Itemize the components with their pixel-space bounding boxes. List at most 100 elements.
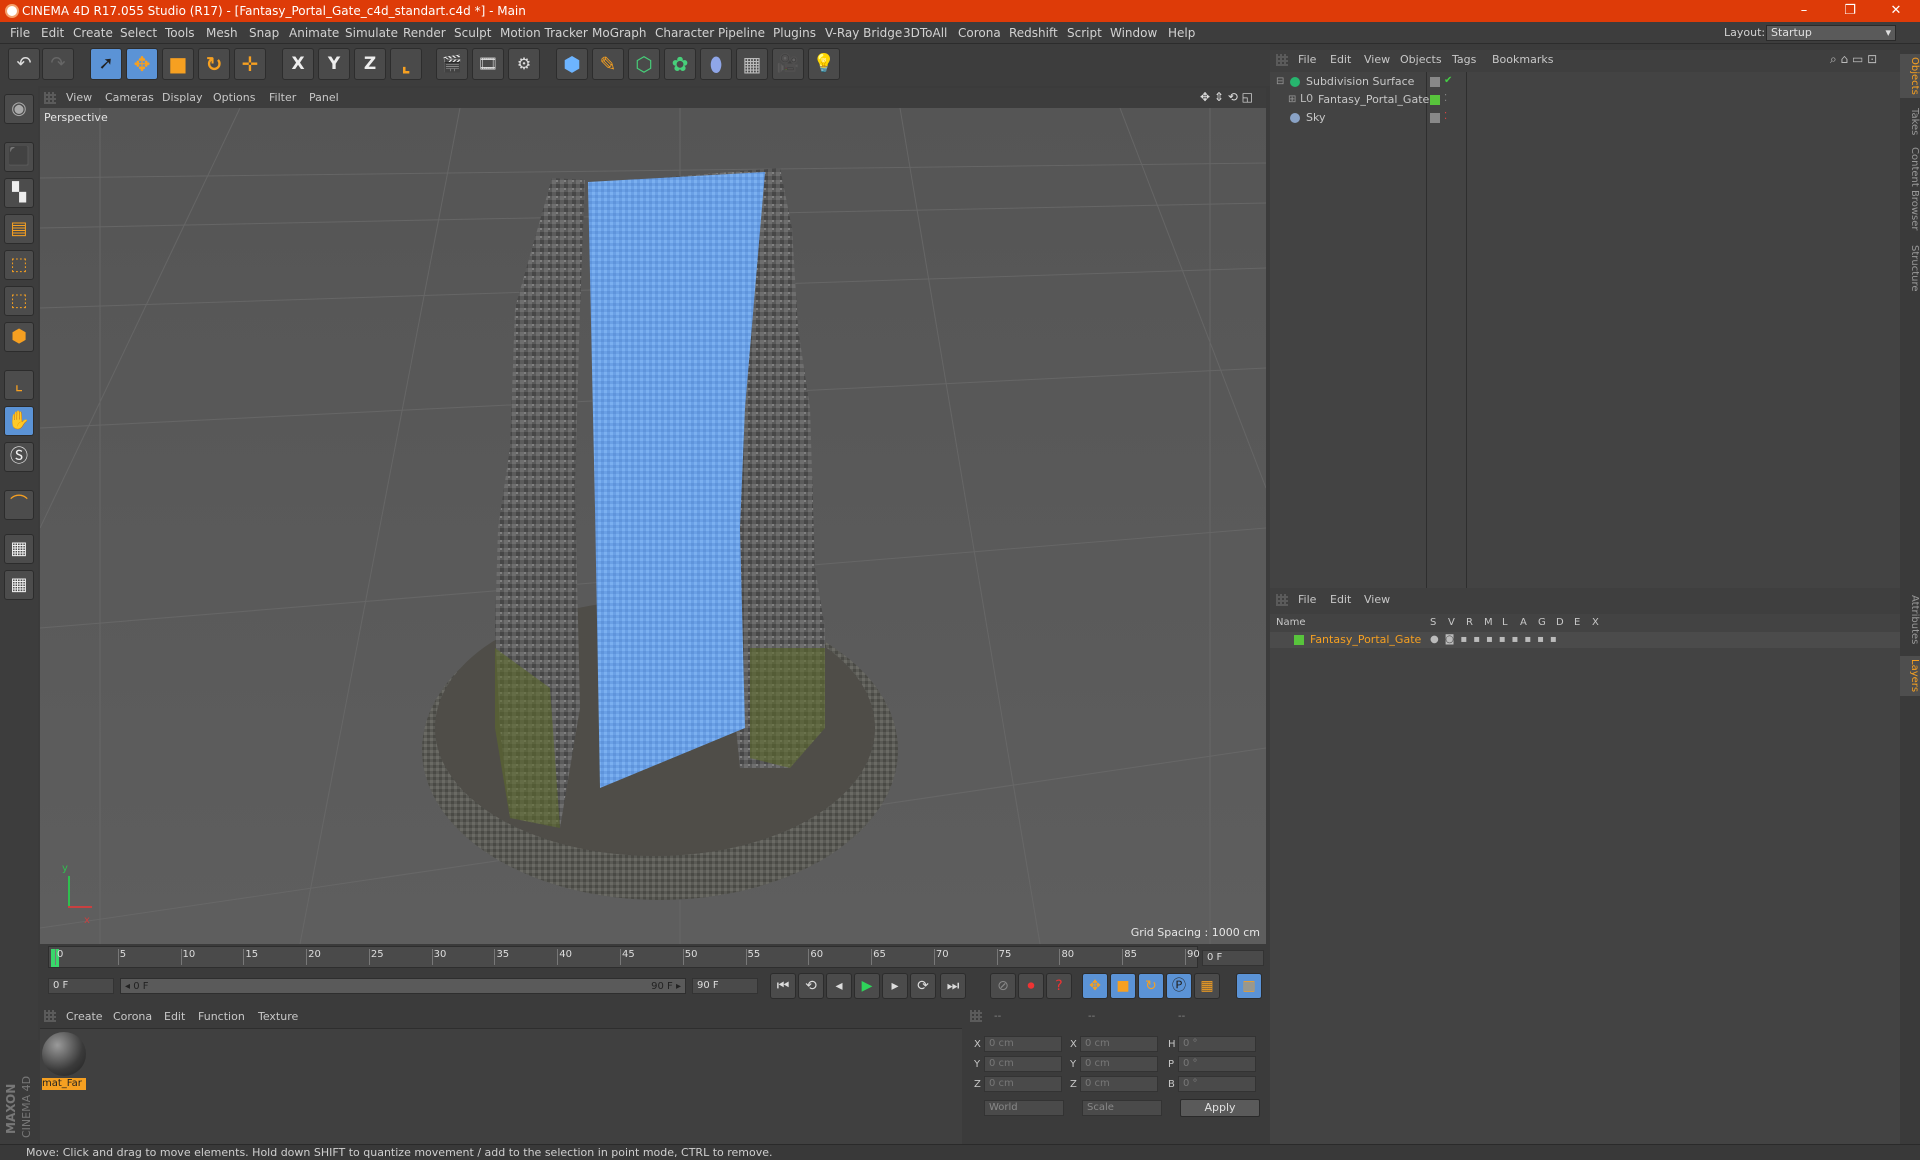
pen-spline-icon[interactable]: ✎ [592, 48, 624, 80]
menu-simulate[interactable]: Simulate [345, 26, 398, 40]
size-x-field[interactable]: 0 cm [1080, 1036, 1158, 1052]
render-picture-viewer-icon[interactable]: 🎞 [472, 48, 504, 80]
menu-window[interactable]: Window [1110, 26, 1157, 40]
key-position-icon[interactable]: ✥ [1082, 973, 1108, 999]
timeline-ruler[interactable]: 0 5 10 15 20 25 30 35 40 45 50 55 60 65 70 75 80 85 90 [48, 946, 1200, 968]
menu-help[interactable]: Help [1168, 26, 1195, 40]
layer-name[interactable]: Fantasy_Portal_Gate [1310, 633, 1421, 647]
menu-motion-tracker[interactable]: Motion Tracker [500, 26, 588, 40]
object-menu-tags[interactable]: Tags [1452, 53, 1476, 67]
layer-col-e[interactable]: E [1574, 616, 1580, 630]
timeline-window-icon[interactable]: ▥ [1236, 973, 1262, 999]
tab-structure[interactable]: Structure [1900, 240, 1920, 296]
tweak-mode-icon[interactable]: ✋ [4, 406, 34, 436]
x-axis-lock-button[interactable]: X [282, 48, 314, 80]
layer-color-swatch[interactable] [1294, 635, 1304, 645]
object-menu-objects[interactable]: Objects [1400, 53, 1442, 67]
layer-row[interactable]: Fantasy_Portal_Gate ●◙▪▪▪▪▪▪▪▪ [1270, 632, 1900, 648]
cloner-icon[interactable]: ✿ [664, 48, 696, 80]
tab-layers[interactable]: Layers [1900, 656, 1920, 696]
perspective-viewport[interactable]: Perspective Grid Spacing : 1000 cm y x [40, 108, 1266, 944]
deformer-icon[interactable]: ⬮ [700, 48, 732, 80]
layer-color-icon[interactable] [1430, 95, 1440, 105]
autokey-icon[interactable]: ? [1046, 973, 1072, 999]
next-frame-icon[interactable]: ▸ [882, 973, 908, 999]
previous-frame-icon[interactable]: ◂ [826, 973, 852, 999]
apply-button[interactable]: Apply [1180, 1099, 1260, 1117]
frame-range-slider[interactable]: ◂ 0 F 90 F ▸ [120, 978, 686, 994]
visibility-dots-icon[interactable]: ⁚ [1444, 110, 1447, 124]
position-z-field[interactable]: 0 cm [984, 1076, 1062, 1092]
menu-file[interactable]: File [10, 26, 30, 40]
close-button[interactable]: ✕ [1874, 0, 1918, 22]
transform-tool-icon[interactable]: ✛ [234, 48, 266, 80]
object-menu-view[interactable]: View [1364, 53, 1390, 67]
rotation-b-field[interactable]: 0 ° [1178, 1076, 1256, 1092]
make-editable-icon[interactable]: ◉ [4, 94, 34, 124]
minimize-button[interactable]: – [1782, 0, 1826, 22]
previous-key-icon[interactable]: ⟲ [798, 973, 824, 999]
light-object-icon[interactable]: 💡 [808, 48, 840, 80]
enable-axis-icon[interactable]: ⌞ [4, 370, 34, 400]
layer-tag-icon[interactable] [1430, 77, 1440, 87]
viewport-menu-display[interactable]: Display [162, 91, 203, 105]
solo-mode-icon[interactable]: Ⓢ [4, 442, 34, 472]
material-menu-texture[interactable]: Texture [258, 1010, 298, 1024]
key-rotation-icon[interactable]: ↻ [1138, 973, 1164, 999]
viewport-menu-filter[interactable]: Filter [269, 91, 296, 105]
start-frame-field[interactable]: 0 F [48, 978, 114, 994]
undo-icon[interactable]: ↶ [8, 48, 40, 80]
menu-sculpt[interactable]: Sculpt [454, 26, 491, 40]
points-mode-icon[interactable]: ⬚ [4, 250, 34, 280]
layer-col-v[interactable]: V [1448, 616, 1455, 630]
viewport-menu-cameras[interactable]: Cameras [105, 91, 154, 105]
redo-icon[interactable]: ↷ [42, 48, 74, 80]
viewport-menu-options[interactable]: Options [213, 91, 255, 105]
layer-tag-icon[interactable] [1430, 113, 1440, 123]
layer-menu-view[interactable]: View [1364, 593, 1390, 607]
visibility-dots-icon[interactable]: ⁚ [1444, 92, 1447, 106]
render-settings-icon[interactable]: ⚙ [508, 48, 540, 80]
model-mode-icon[interactable]: ⬛ [4, 142, 34, 172]
viewport-menu-panel[interactable]: Panel [309, 91, 339, 105]
size-mode-dropdown[interactable]: Scale [1082, 1100, 1162, 1116]
world-coordinate-icon[interactable]: ⌞ [390, 48, 422, 80]
object-menu-edit[interactable]: Edit [1330, 53, 1351, 67]
menu-plugins[interactable]: Plugins [773, 26, 816, 40]
motion-record-icon[interactable]: ⊘ [990, 973, 1016, 999]
render-view-icon[interactable]: 🎬 [436, 48, 468, 80]
layer-col-g[interactable]: G [1538, 616, 1546, 630]
object-menu-file[interactable]: File [1298, 53, 1316, 67]
menu-pipeline[interactable]: Pipeline [718, 26, 765, 40]
object-row-sky[interactable]: Sky ⁚ [1270, 110, 1900, 127]
layer-col-d[interactable]: D [1556, 616, 1564, 630]
key-parameter-icon[interactable]: Ⓟ [1166, 973, 1192, 999]
polygons-mode-icon[interactable]: ⬢ [4, 322, 34, 352]
maximize-button[interactable]: ❐ [1828, 0, 1872, 22]
material-swatch[interactable]: mat_Far [42, 1032, 86, 1092]
object-manager-tools-icons[interactable]: ⌕ ⌂ ▭ ⊡ [1830, 52, 1877, 66]
tab-objects[interactable]: Objects [1900, 54, 1920, 98]
camera-object-icon[interactable]: 🎥 [772, 48, 804, 80]
layer-col-s[interactable]: S [1430, 616, 1436, 630]
scale-tool-icon[interactable]: ■ [162, 48, 194, 80]
subdivision-surface-icon[interactable]: ⬡ [628, 48, 660, 80]
rotation-p-field[interactable]: 0 ° [1178, 1056, 1256, 1072]
key-pla-icon[interactable]: ▦ [1194, 973, 1220, 999]
menu-animate[interactable]: Animate [289, 26, 339, 40]
layer-col-a[interactable]: A [1520, 616, 1527, 630]
workplane-align-icon[interactable]: ▦ [4, 570, 34, 600]
menu-edit[interactable]: Edit [41, 26, 64, 40]
go-to-end-icon[interactable]: ⏭ [940, 973, 966, 999]
material-menu-function[interactable]: Function [198, 1010, 245, 1024]
texture-mode-icon[interactable]: ▚ [4, 178, 34, 208]
expand-icon[interactable]: ⊞ [1288, 93, 1296, 107]
tab-attributes[interactable]: Attributes [1900, 590, 1920, 650]
menu-corona[interactable]: Corona [958, 26, 1001, 40]
object-menu-bookmarks[interactable]: Bookmarks [1492, 53, 1553, 67]
collapse-icon[interactable]: ⊟ [1276, 75, 1284, 89]
next-key-icon[interactable]: ⟳ [910, 973, 936, 999]
layout-dropdown[interactable]: Startup ▾ [1766, 25, 1896, 41]
menu-mesh[interactable]: Mesh [206, 26, 238, 40]
material-menu-corona[interactable]: Corona [113, 1010, 152, 1024]
